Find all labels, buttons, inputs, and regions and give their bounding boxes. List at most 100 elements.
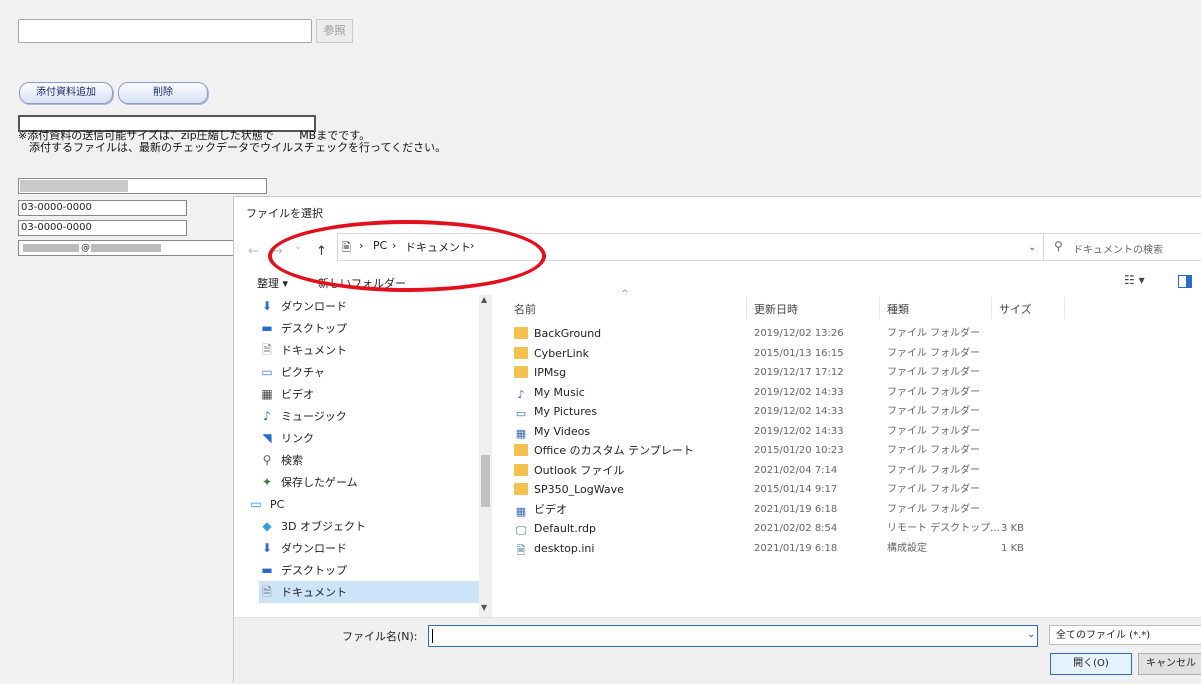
- file-name-text: Outlook ファイル: [534, 463, 625, 477]
- file-modified: 2021/01/19 6:18: [754, 503, 838, 515]
- cancel-button[interactable]: キャンセル: [1138, 653, 1201, 675]
- scroll-up-arrow-icon[interactable]: ▲: [481, 295, 487, 304]
- file-name-text: My Music: [534, 385, 585, 399]
- file-name-text: Default.rdp: [534, 522, 596, 535]
- file-type: ファイル フォルダー: [887, 445, 981, 456]
- link-icon: ◥: [262, 431, 272, 445]
- file-name: BackGround: [514, 324, 601, 343]
- nav-tree-item[interactable]: ▦ ビデオ: [259, 383, 479, 405]
- email-field[interactable]: @: [18, 240, 235, 256]
- breadcrumb-separator: ›: [359, 239, 364, 252]
- delete-attachment-button[interactable]: 削除: [118, 82, 208, 104]
- column-separator[interactable]: [879, 297, 880, 319]
- games-icon: ✦: [261, 475, 273, 489]
- navigation-scrollbar[interactable]: ▲ ▼: [479, 295, 492, 617]
- sort-ascending-icon: ^: [621, 289, 629, 299]
- scroll-down-arrow-icon[interactable]: ▼: [481, 603, 487, 612]
- redaction-block: [91, 244, 161, 252]
- fax-field[interactable]: 03-0000-0000: [18, 220, 187, 236]
- redaction-block: [23, 244, 79, 252]
- nav-tree-item-label: ピクチャ: [281, 366, 325, 379]
- add-attachment-button[interactable]: 添付資料追加: [19, 82, 113, 104]
- attachment-note: ※添付資料の送信可能サイズは、zip圧縮した状態で MBまでです。 添付するファ…: [18, 130, 446, 154]
- address-bar[interactable]: 🗎 › PC › ドキュメント ›: [337, 233, 1059, 261]
- nav-tree-item[interactable]: ⚲ 検索: [259, 449, 479, 471]
- file-list-row[interactable]: BackGround 2019/12/02 13:26 ファイル フォルダー: [514, 324, 1134, 343]
- column-header-type[interactable]: 種類: [887, 301, 909, 317]
- nav-tree-item[interactable]: 🗎 ドキュメント: [259, 581, 479, 603]
- view-options-icon[interactable]: ☷ ▾: [1124, 273, 1145, 287]
- attachment-file-input[interactable]: [18, 19, 312, 43]
- file-modified: 2019/12/02 14:33: [754, 406, 844, 417]
- breadcrumb-documents[interactable]: ドキュメント: [405, 239, 471, 255]
- redacted-name-field[interactable]: [18, 178, 267, 194]
- search-icon: ⚲: [262, 453, 272, 467]
- new-folder-button[interactable]: 新しいフォルダー: [318, 275, 406, 291]
- file-list-row[interactable]: ▦ ビデオ 2021/01/19 6:18 ファイル フォルダー: [514, 500, 1134, 519]
- open-button[interactable]: 開く(O): [1050, 653, 1132, 675]
- file-type: ファイル フォルダー: [887, 386, 981, 398]
- settings-file-icon: 🗎: [516, 543, 526, 557]
- breadcrumb-pc[interactable]: PC: [373, 239, 387, 252]
- rdp-file-icon: 🖵: [515, 524, 527, 537]
- back-arrow-icon[interactable]: ←: [248, 244, 259, 259]
- folder-icon: [514, 483, 528, 495]
- file-type-filter-select[interactable]: 全てのファイル (*.*): [1049, 625, 1201, 645]
- nav-tree-item-label: ドキュメント: [281, 344, 347, 357]
- file-list-row[interactable]: ▭ My Pictures 2019/12/02 14:33 ファイル フォルダー: [514, 402, 1134, 421]
- file-modified: 2019/12/02 14:33: [754, 425, 844, 437]
- filename-history-chevron-icon[interactable]: ⌄: [1027, 629, 1035, 640]
- file-list-row[interactable]: 🗎 desktop.ini 2021/01/19 6:18 構成設定 1 KB: [514, 539, 1134, 558]
- nav-tree-item[interactable]: ▬ デスクトップ: [259, 559, 479, 581]
- tel-field[interactable]: 03-0000-0000: [18, 200, 187, 216]
- nav-tree-item[interactable]: ◥ リンク: [259, 427, 479, 449]
- column-separator[interactable]: [991, 297, 992, 319]
- column-header-name[interactable]: 名前: [514, 301, 536, 317]
- nav-tree-item[interactable]: ⬇ ダウンロード: [259, 537, 479, 559]
- nav-tree-item[interactable]: ▭ ピクチャ: [259, 361, 479, 383]
- file-list-row[interactable]: 🖵 Default.rdp 2021/02/02 8:54 リモート デスクトップ..…: [514, 519, 1134, 538]
- file-list-row[interactable]: ▦ My Videos 2019/12/02 14:33 ファイル フォルダー: [514, 422, 1134, 441]
- nav-tree-item[interactable]: ⬇ ダウンロード: [259, 295, 479, 317]
- nav-tree-item[interactable]: ▬ デスクトップ: [259, 317, 479, 339]
- column-separator[interactable]: [1064, 297, 1065, 319]
- music-icon: ♪: [263, 409, 271, 423]
- column-separator[interactable]: [746, 297, 747, 319]
- file-type: ファイル フォルダー: [887, 464, 981, 476]
- file-type: ファイル フォルダー: [887, 484, 981, 495]
- folder-icon: [514, 366, 528, 378]
- file-type: 構成設定: [887, 542, 927, 554]
- file-name: ▭ My Pictures: [514, 402, 597, 421]
- file-list-row[interactable]: CyberLink 2015/01/13 16:15 ファイル フォルダー: [514, 344, 1134, 363]
- column-header-modified[interactable]: 更新日時: [754, 301, 798, 317]
- file-list-row[interactable]: SP350_LogWave 2015/01/14 9:17 ファイル フォルダー: [514, 480, 1134, 499]
- nav-tree-item[interactable]: ♪ ミュージック: [259, 405, 479, 427]
- nav-tree-item[interactable]: ◆ 3D オブジェクト: [259, 515, 479, 537]
- file-name: ▦ My Videos: [514, 422, 590, 441]
- scrollbar-thumb[interactable]: [481, 455, 490, 507]
- file-list-row[interactable]: Outlook ファイル 2021/02/04 7:14 ファイル フォルダー: [514, 461, 1134, 480]
- preview-pane-icon[interactable]: [1178, 275, 1192, 288]
- nav-tree-item[interactable]: 🗎 ドキュメント: [259, 339, 479, 361]
- file-type: ファイル フォルダー: [887, 347, 981, 359]
- filename-input[interactable]: [428, 625, 1038, 647]
- organize-menu[interactable]: 整理 ▾: [257, 275, 288, 291]
- nav-tree-item-label: デスクトップ: [281, 322, 347, 335]
- file-type: ファイル フォルダー: [887, 406, 981, 417]
- document-icon: 🗎: [262, 585, 272, 599]
- file-type: ファイル フォルダー: [887, 425, 981, 437]
- file-list-row[interactable]: ♪ My Music 2019/12/02 14:33 ファイル フォルダー: [514, 383, 1134, 402]
- browse-button[interactable]: 参照: [316, 19, 353, 43]
- nav-tree-item[interactable]: ✦ 保存したゲーム: [259, 471, 479, 493]
- up-arrow-icon[interactable]: ↑: [316, 244, 327, 259]
- pictures-icon: ▭: [261, 365, 273, 379]
- file-list-row[interactable]: IPMsg 2019/12/17 17:12 ファイル フォルダー: [514, 363, 1134, 382]
- recent-locations-chevron-icon[interactable]: ⌄: [294, 241, 302, 252]
- forward-arrow-icon[interactable]: →: [272, 244, 283, 259]
- column-header-size[interactable]: サイズ: [999, 301, 1032, 317]
- file-name: ♪ My Music: [514, 383, 585, 402]
- search-box[interactable]: ⚲ ドキュメントの検索: [1043, 233, 1201, 261]
- address-dropdown-chevron-icon[interactable]: ⌄: [1028, 242, 1036, 253]
- file-list-row[interactable]: Office のカスタム テンプレート 2015/01/20 10:23 ファイル …: [514, 441, 1134, 460]
- nav-tree-item[interactable]: ▭ PC: [248, 493, 468, 515]
